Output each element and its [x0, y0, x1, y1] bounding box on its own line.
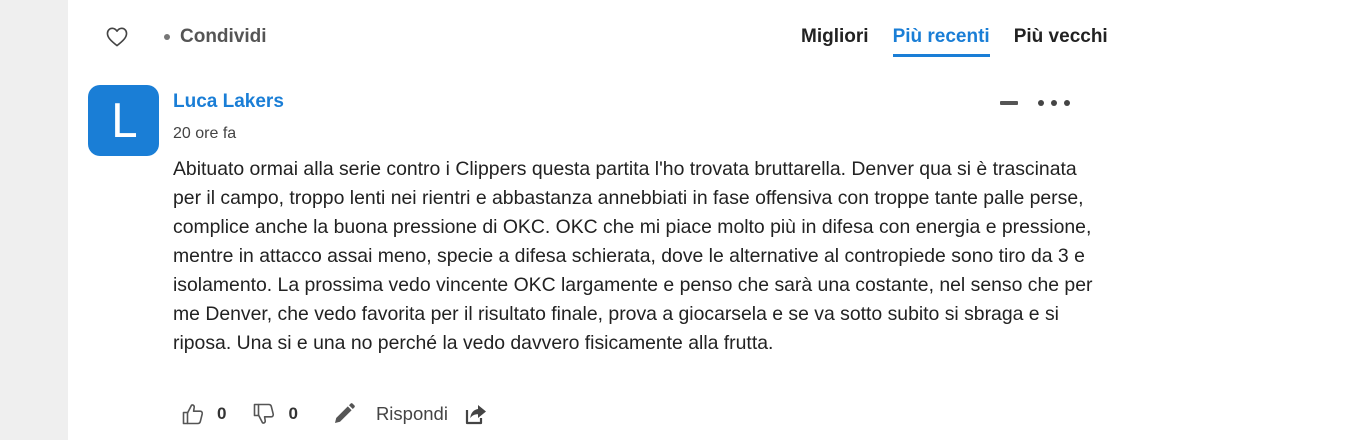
comment-body: Abituato ormai alla serie contro i Clipp…: [173, 158, 1093, 354]
more-options-icon[interactable]: [1038, 96, 1070, 110]
thumbs-down-icon: [252, 402, 276, 426]
share-icon: [464, 403, 488, 425]
heart-icon[interactable]: [104, 24, 130, 50]
collapse-icon[interactable]: [1000, 101, 1018, 105]
pencil-icon: [332, 402, 356, 426]
avatar[interactable]: L: [88, 85, 159, 156]
reply-button[interactable]: Rispondi: [332, 402, 448, 426]
tab-best[interactable]: Migliori: [801, 22, 869, 57]
comments-toolbar: Condividi Migliori Più recenti Più vecch…: [68, 0, 1365, 70]
comments-panel: Condividi Migliori Più recenti Più vecch…: [68, 0, 1365, 440]
tab-oldest[interactable]: Più vecchi: [1014, 22, 1108, 57]
share-comment-button[interactable]: [464, 403, 488, 425]
thumbs-up-icon: [181, 402, 205, 426]
share-link[interactable]: Condividi: [164, 24, 267, 50]
downvote-count: 0: [288, 404, 298, 423]
downvote-button[interactable]: 0: [252, 402, 298, 426]
comment-actions: 0 0 Rispondi: [181, 399, 488, 429]
upvote-count: 0: [217, 404, 227, 423]
comment-timestamp: 20 ore fa: [173, 125, 237, 142]
share-label: Condividi: [180, 26, 267, 47]
comment-author[interactable]: Luca Lakers: [173, 91, 284, 113]
tab-newest[interactable]: Più recenti: [892, 22, 990, 57]
bullet-dot: [164, 34, 170, 40]
sort-tabs: Migliori Più recenti Più vecchi: [801, 22, 1132, 57]
reply-label: Rispondi: [375, 403, 448, 424]
upvote-button[interactable]: 0: [181, 402, 226, 426]
page-gutter: [0, 0, 68, 440]
